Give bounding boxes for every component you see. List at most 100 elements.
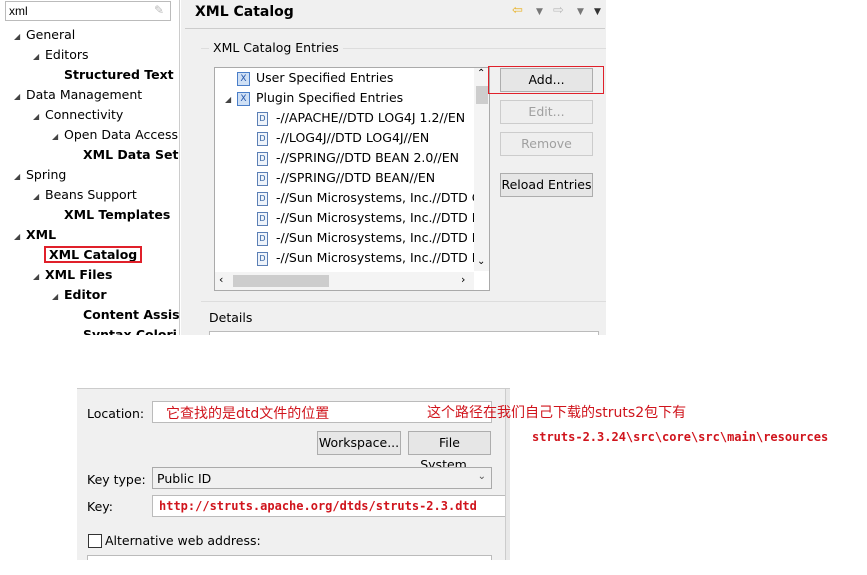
key-type-label: Key type: xyxy=(87,472,146,487)
dtd-file-icon: D xyxy=(257,171,268,186)
expand-triangle-icon[interactable]: ◢ xyxy=(14,27,26,47)
entry-label: -//Sun Microsystems, Inc.//DTD F xyxy=(276,250,479,265)
tree-item-label: Content Assis xyxy=(83,307,180,322)
forward-menu-icon[interactable]: ▼ xyxy=(577,7,584,17)
tree-item[interactable]: XML Catalog xyxy=(33,245,143,265)
expand-triangle-icon[interactable]: ◢ xyxy=(52,287,64,307)
back-arrow-icon[interactable]: ⇦ xyxy=(512,3,523,18)
catalog-entry[interactable]: D -//Sun Microsystems, Inc.//DTD C xyxy=(215,188,480,208)
entry-label: User Specified Entries xyxy=(256,70,394,85)
tree-item-label: Connectivity xyxy=(45,107,124,122)
horizontal-scrollbar[interactable]: ‹ › xyxy=(215,272,474,290)
tree-item-label: Open Data Access xyxy=(64,127,178,142)
highlight-box xyxy=(488,66,604,94)
expand-triangle-icon[interactable]: ◢ xyxy=(14,227,26,247)
dtd-file-icon: D xyxy=(257,151,268,166)
tree-item[interactable]: ◢ XML Files xyxy=(33,265,112,285)
preferences-nav: ✎ ◢General◢EditorsStructured Text E◢Data… xyxy=(0,0,180,335)
tree-item-label: Beans Support xyxy=(45,187,137,202)
xml-catalog-page: XML Catalog ⇦ ▼ ⇨ ▼ ▼ XML Catalog Entrie… xyxy=(181,0,606,335)
dtd-file-icon: D xyxy=(257,231,268,246)
group-label: XML Catalog Entries xyxy=(209,40,343,55)
tree-item[interactable]: ◢ Editors xyxy=(33,45,89,65)
entry-label: -//Sun Microsystems, Inc.//DTD E xyxy=(276,230,480,245)
expand-triangle-icon[interactable]: ◢ xyxy=(14,167,26,187)
details-label: Details xyxy=(209,310,253,325)
clear-filter-icon[interactable]: ✎ xyxy=(154,3,164,17)
tree-item-label: Editors xyxy=(45,47,89,62)
catalog-entry[interactable]: X User Specified Entries xyxy=(215,68,393,88)
preferences-window: ✎ ◢General◢EditorsStructured Text E◢Data… xyxy=(0,0,606,335)
alt-web-address-checkbox[interactable] xyxy=(88,534,102,548)
file-system-button[interactable]: File System... xyxy=(408,431,491,472)
tree-item-label: General xyxy=(26,27,76,42)
dtd-file-icon: D xyxy=(257,251,268,266)
catalog-entry[interactable]: ◢ X Plugin Specified Entries xyxy=(215,88,403,108)
tree-item[interactable]: Content Assis xyxy=(71,305,180,325)
alt-web-address-label: Alternative web address: xyxy=(105,533,261,548)
catalog-entry[interactable]: D -//Sun Microsystems, Inc.//DTD F xyxy=(215,248,479,268)
entry-label: -//LOG4J//DTD LOG4J//EN xyxy=(276,130,430,145)
tree-item[interactable]: ◢ Spring xyxy=(14,165,66,185)
key-input[interactable]: http://struts.apache.org/dtds/struts-2.3… xyxy=(152,495,510,517)
catalog-entry[interactable]: D -//LOG4J//DTD LOG4J//EN xyxy=(215,128,429,148)
tree-item[interactable]: Syntax Colori xyxy=(71,325,177,335)
alt-web-address-input[interactable] xyxy=(87,555,492,560)
workspace-button[interactable]: Workspace... xyxy=(317,431,401,455)
dtd-file-icon: D xyxy=(257,191,268,206)
entry-label: -//SPRING//DTD BEAN 2.0//EN xyxy=(276,150,459,165)
tree-item-label: XML xyxy=(26,227,57,242)
catalog-entry[interactable]: D -//SPRING//DTD BEAN 2.0//EN xyxy=(215,148,459,168)
vertical-scrollbar[interactable]: ⌃ ⌄ xyxy=(474,68,489,271)
catalog-entry[interactable]: D -//SPRING//DTD BEAN//EN xyxy=(215,168,435,188)
entry-label: -//Sun Microsystems, Inc.//DTD E xyxy=(276,210,480,225)
tree-item[interactable]: ◢ Beans Support xyxy=(33,185,137,205)
expand-triangle-icon[interactable]: ◢ xyxy=(14,87,26,107)
edit-button[interactable]: Edit... xyxy=(500,100,593,124)
dtd-file-icon: D xyxy=(257,111,268,126)
catalog-entry[interactable]: D -//Sun Microsystems, Inc.//DTD E xyxy=(215,228,480,248)
expand-triangle-icon[interactable]: ◢ xyxy=(33,47,45,67)
tree-item[interactable]: XML Templates xyxy=(52,205,170,225)
details-panel xyxy=(209,331,599,335)
dtd-file-icon: D xyxy=(257,211,268,226)
expand-triangle-icon[interactable]: ◢ xyxy=(225,90,237,110)
tree-item-label: Editor xyxy=(64,287,107,302)
expand-triangle-icon[interactable]: ◢ xyxy=(52,127,64,147)
remove-button[interactable]: Remove xyxy=(500,132,593,156)
back-menu-icon[interactable]: ▼ xyxy=(536,7,543,17)
expand-triangle-icon[interactable]: ◢ xyxy=(33,107,45,127)
expand-triangle-icon[interactable]: ◢ xyxy=(33,187,45,207)
tree-item-label: XML Data Set xyxy=(83,147,179,162)
page-title: XML Catalog xyxy=(195,4,294,20)
key-type-select[interactable]: Public ID ⌄ xyxy=(152,467,492,489)
filter-input[interactable] xyxy=(5,1,171,21)
tree-item-label: XML Catalog xyxy=(43,246,143,263)
view-menu-icon[interactable]: ▼ xyxy=(594,7,601,17)
catalog-icon: X xyxy=(237,71,250,86)
tree-item[interactable]: ◢ General xyxy=(14,25,75,45)
catalog-entry[interactable]: D -//APACHE//DTD LOG4J 1.2//EN xyxy=(215,108,465,128)
forward-arrow-icon[interactable]: ⇨ xyxy=(553,3,564,18)
tree-item[interactable]: ◢ XML xyxy=(14,225,56,245)
tree-item-label: XML Files xyxy=(45,267,113,282)
catalog-entries-tree[interactable]: X User Specified Entries ◢ X Plugin Specifie… xyxy=(214,67,490,291)
key-label: Key: xyxy=(87,499,113,514)
tree-item[interactable]: ◢ Editor xyxy=(52,285,107,305)
location-label: Location: xyxy=(87,406,145,421)
expand-triangle-icon[interactable]: ◢ xyxy=(33,267,45,287)
reload-entries-button[interactable]: Reload Entries xyxy=(500,173,593,197)
key-type-value: Public ID xyxy=(157,471,212,486)
tree-item-label: XML Templates xyxy=(64,207,171,222)
tree-item-label: Syntax Colori xyxy=(83,327,177,335)
tree-item[interactable]: Structured Text E xyxy=(52,65,179,85)
divider xyxy=(185,28,605,29)
resources-path-note: struts-2.3.24\src\core\src\main\resource… xyxy=(532,430,829,444)
entry-label: Plugin Specified Entries xyxy=(256,90,404,105)
chevron-down-icon: ⌄ xyxy=(477,471,486,482)
tree-item[interactable]: ◢ Connectivity xyxy=(33,105,123,125)
tree-item[interactable]: XML Data Set xyxy=(71,145,178,165)
tree-item[interactable]: ◢ Open Data Access xyxy=(52,125,178,145)
tree-item[interactable]: ◢ Data Management xyxy=(14,85,142,105)
catalog-entry[interactable]: D -//Sun Microsystems, Inc.//DTD E xyxy=(215,208,480,228)
